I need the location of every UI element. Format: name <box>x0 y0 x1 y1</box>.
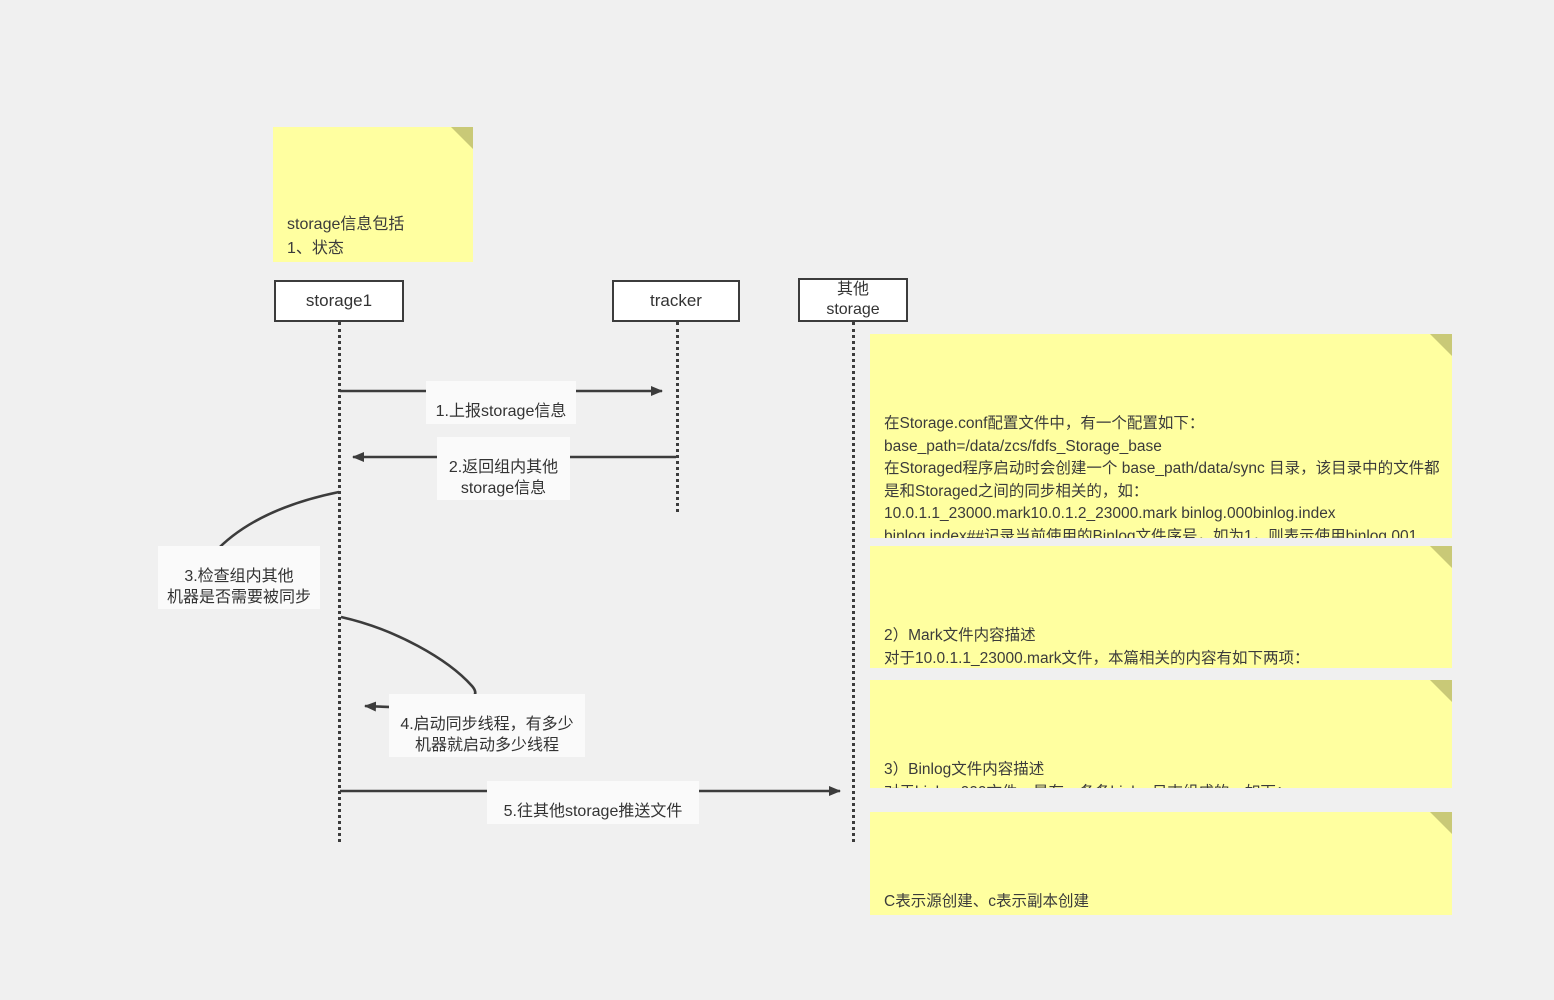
lifeline-storage1 <box>338 322 341 842</box>
message-label-2: 2.返回组内其他 storage信息 <box>437 437 570 501</box>
sequence-diagram: storage1 tracker 其他 storage storage信息包括 … <box>0 0 1554 1000</box>
participant-tracker-label: tracker <box>650 290 702 310</box>
message-label-4: 4.启动同步线程，有多少 机器就启动多少线程 <box>389 694 585 758</box>
lifeline-other-storage <box>852 322 855 842</box>
message-label-2-text: 2.返回组内其他 storage信息 <box>448 459 559 497</box>
message-label-1: 1.上报storage信息 <box>426 381 576 424</box>
note-binlog-file-text: 3）Binlog文件内容描述 对于binlog.000文件，是有一条条binlo… <box>884 761 1291 788</box>
participant-other-storage-label: 其他 storage <box>826 281 880 318</box>
note-fold-icon <box>1430 680 1452 702</box>
note-mark-file: 2）Mark文件内容描述 对于10.0.1.1_23000.mark文件，本篇相… <box>870 546 1452 668</box>
lifeline-tracker <box>676 322 679 512</box>
message-label-5: 5.往其他storage推送文件 <box>487 781 699 824</box>
note-fold-icon <box>451 127 473 149</box>
note-storage-info-text: storage信息包括 1、状态 2、binglog信息 3、容量 4、所属组 <box>287 215 405 258</box>
note-mark-file-text: 2）Mark文件内容描述 对于10.0.1.1_23000.mark文件，本篇相… <box>884 627 1310 667</box>
note-storage-conf-text: 在Storage.conf配置文件中，有一个配置如下： base_path=/d… <box>884 415 1440 538</box>
participant-other-storage[interactable]: 其他 storage <box>798 278 908 322</box>
note-op-codes-text: C表示源创建、c表示副本创建 A表示源追加、a表示副本追加 D表示源删除、d表示… <box>884 893 1089 911</box>
participant-storage1-label: storage1 <box>305 290 373 310</box>
message-label-1-text: 1.上报storage信息 <box>435 403 567 421</box>
message-label-5-text: 5.往其他storage推送文件 <box>503 803 683 821</box>
note-storage-conf: 在Storage.conf配置文件中，有一个配置如下： base_path=/d… <box>870 334 1452 538</box>
note-storage-info: storage信息包括 1、状态 2、binglog信息 3、容量 4、所属组 <box>273 127 473 262</box>
note-op-codes: C表示源创建、c表示副本创建 A表示源追加、a表示副本追加 D表示源删除、d表示… <box>870 812 1452 915</box>
participant-storage1[interactable]: storage1 <box>274 280 404 322</box>
note-fold-icon <box>1430 812 1452 834</box>
message-label-4-text: 4.启动同步线程，有多少 机器就启动多少线程 <box>400 716 574 754</box>
note-fold-icon <box>1430 334 1452 356</box>
participant-tracker[interactable]: tracker <box>612 280 740 322</box>
note-binlog-file: 3）Binlog文件内容描述 对于binlog.000文件，是有一条条binlo… <box>870 680 1452 788</box>
message-label-3: 3.检查组内其他 机器是否需要被同步 <box>158 546 320 610</box>
note-fold-icon <box>1430 546 1452 568</box>
message-label-3-text: 3.检查组内其他 机器是否需要被同步 <box>166 568 311 606</box>
